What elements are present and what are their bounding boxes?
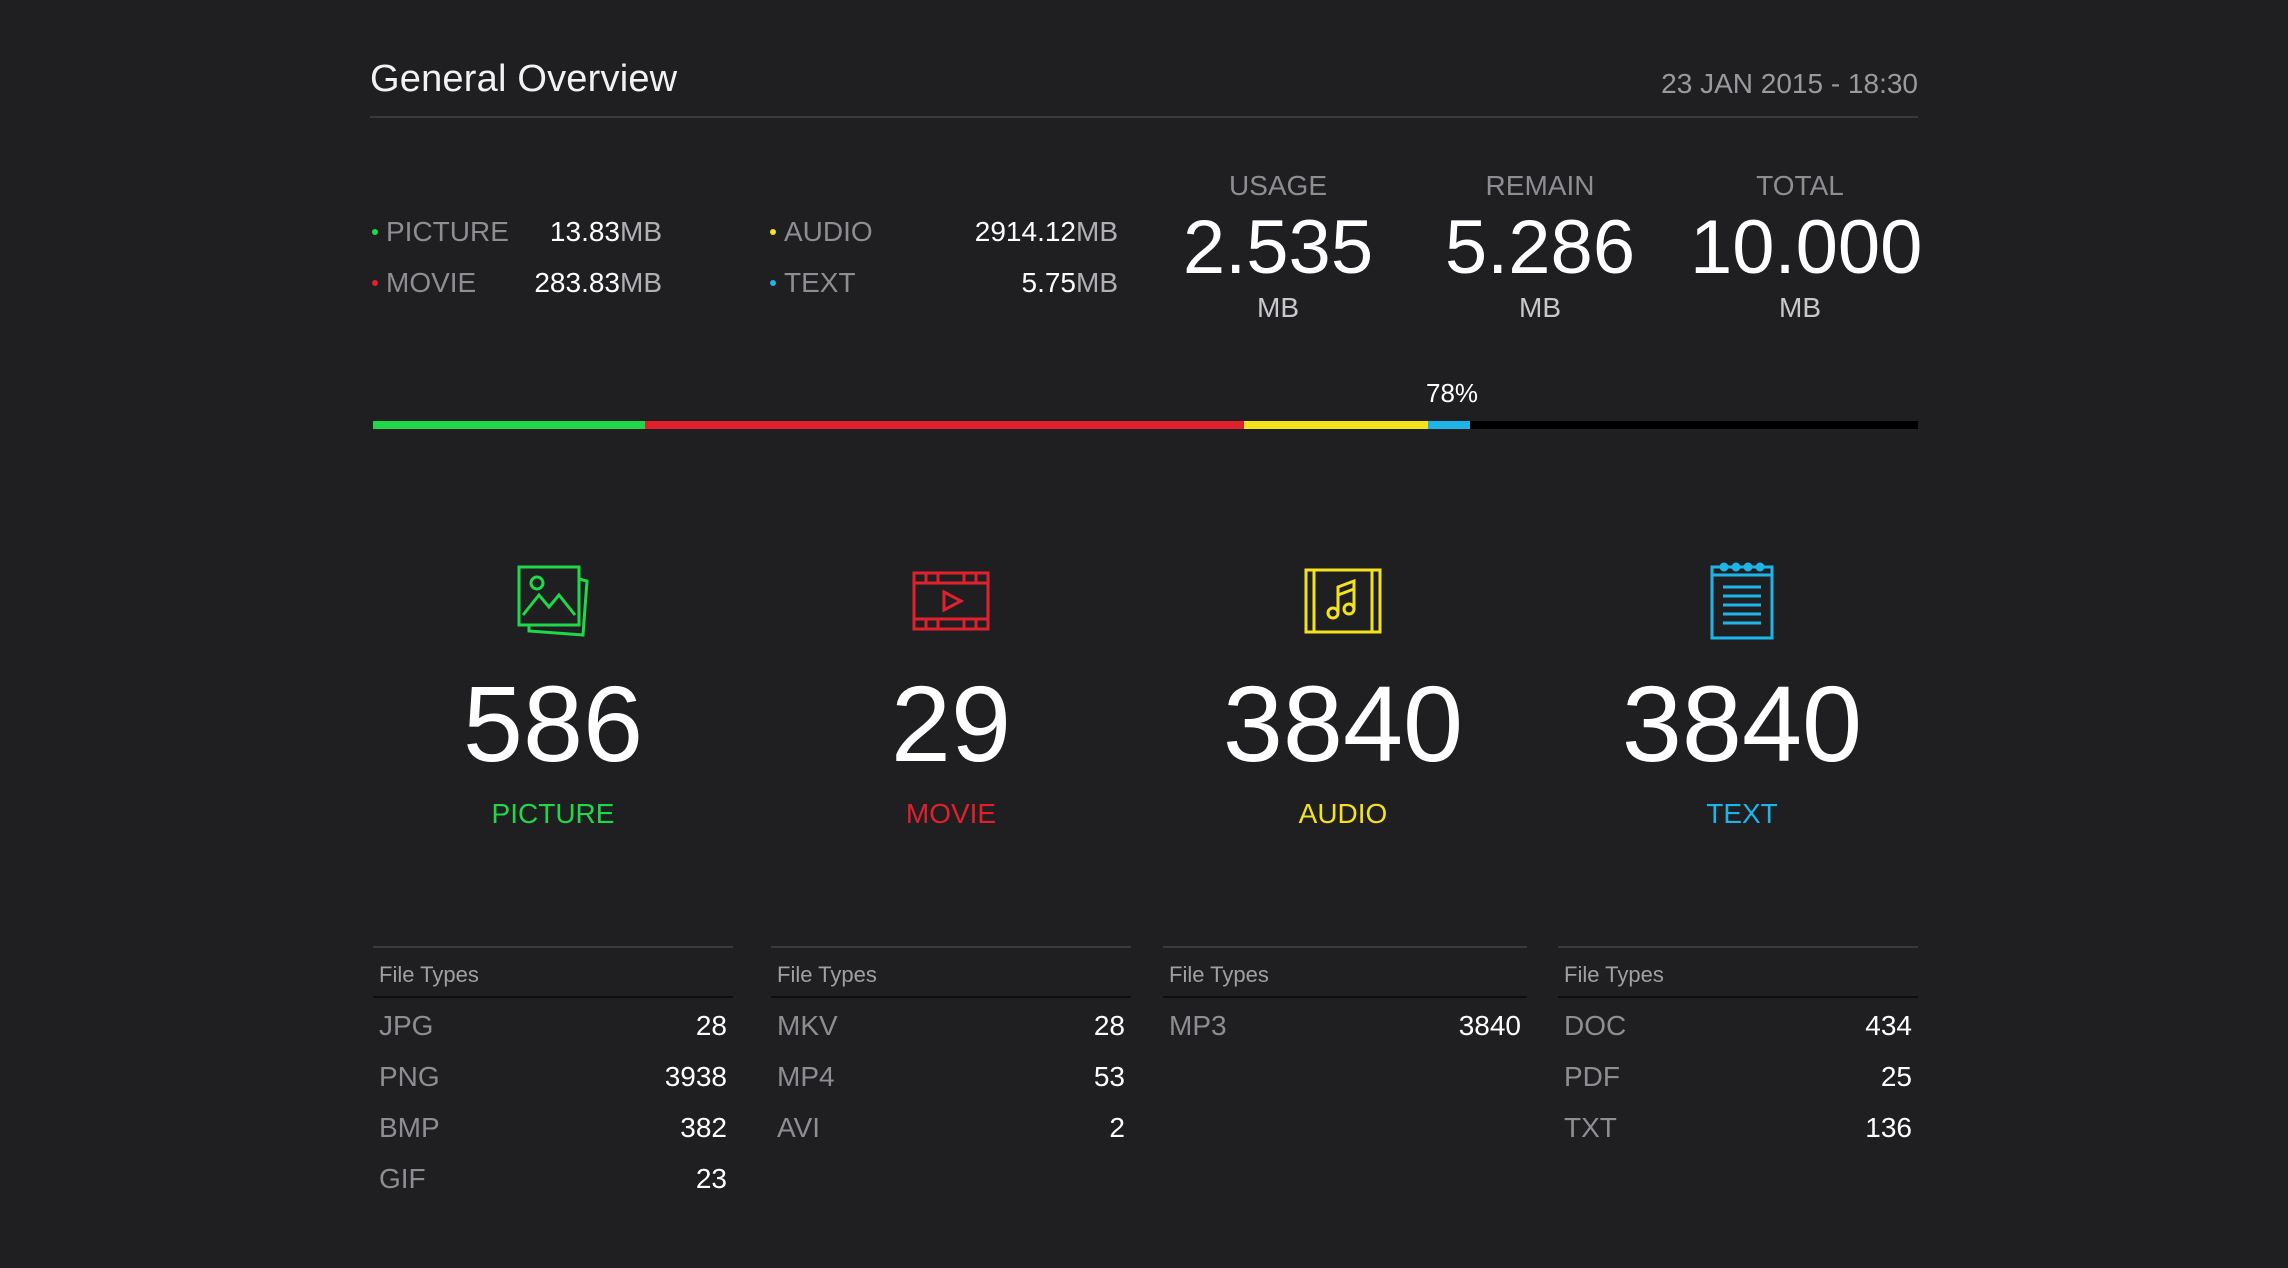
picture-file-types: File Types JPG 28 PNG 3938 BMP 382 GIF 23 bbox=[373, 946, 733, 1202]
legend-value: 13.83MB bbox=[549, 216, 662, 247]
category-count: 586 bbox=[462, 663, 644, 784]
dot-icon bbox=[770, 229, 776, 235]
table-row: AVI 2 bbox=[777, 1112, 1125, 1143]
legend-label: PICTURE bbox=[386, 216, 509, 247]
dot-icon bbox=[372, 229, 378, 235]
text-file-types: File Types DOC 434 PDF 25 TXT 136 bbox=[1558, 946, 1918, 1151]
stat-unit: MB bbox=[1779, 292, 1821, 323]
table-row: MP4 53 bbox=[777, 1061, 1125, 1092]
table-header: File Types bbox=[771, 946, 1131, 998]
table-row: PDF 25 bbox=[1564, 1061, 1912, 1092]
progress-segment-text bbox=[1428, 421, 1470, 429]
stat-label: USAGE bbox=[1228, 170, 1328, 201]
legend-label: AUDIO bbox=[784, 216, 873, 247]
datetime: 23 JAN 2015 - 18:30 bbox=[1661, 68, 1918, 99]
legend-item-movie: MOVIE 283.83MB bbox=[372, 263, 662, 303]
stat-label: REMAIN bbox=[1485, 170, 1595, 201]
dot-icon bbox=[372, 280, 378, 286]
audio-icon bbox=[1193, 556, 1493, 646]
stat-unit: MB bbox=[1519, 292, 1561, 323]
audio-card[interactable]: 3840 AUDIO bbox=[1193, 556, 1493, 830]
total-stat: TOTAL 10.000 MB bbox=[1690, 170, 1923, 324]
legend-item-text: TEXT 5.75MB bbox=[770, 263, 1118, 303]
movie-file-types: File Types MKV 28 MP4 53 AVI 2 bbox=[771, 946, 1131, 1151]
dashboard: General Overview 23 JAN 2015 - 18:30 PIC… bbox=[0, 0, 2288, 1268]
picture-card[interactable]: 586 PICTURE bbox=[403, 556, 703, 830]
dot-icon bbox=[770, 280, 776, 286]
table-row: BMP 382 bbox=[379, 1112, 727, 1143]
legend-value: 2914.12MB bbox=[974, 216, 1118, 247]
category-label: AUDIO bbox=[1298, 798, 1388, 829]
category-count: 3840 bbox=[1621, 663, 1863, 784]
text-icon bbox=[1592, 556, 1892, 646]
table-row: GIF 23 bbox=[379, 1163, 727, 1194]
category-count: 3840 bbox=[1222, 663, 1464, 784]
table-row: JPG 28 bbox=[379, 1010, 727, 1041]
table-header: File Types bbox=[373, 946, 733, 998]
usage-percent: 78% bbox=[1426, 378, 1479, 408]
audio-file-types: File Types MP3 3840 bbox=[1163, 946, 1527, 1049]
category-label: MOVIE bbox=[905, 798, 997, 829]
category-count: 29 bbox=[890, 663, 1012, 784]
remain-stat: REMAIN 5.286 MB bbox=[1430, 170, 1650, 324]
legend-label: TEXT bbox=[784, 267, 856, 298]
legend-value: 5.75MB bbox=[1021, 267, 1119, 298]
category-label: TEXT bbox=[1706, 798, 1778, 829]
legend-item-picture: PICTURE 13.83MB bbox=[372, 212, 662, 252]
legend-item-audio: AUDIO 2914.12MB bbox=[770, 212, 1118, 252]
table-row: MKV 28 bbox=[777, 1010, 1125, 1041]
legend-label: MOVIE bbox=[386, 267, 477, 298]
movie-card[interactable]: 29 MOVIE bbox=[801, 556, 1101, 830]
usage-stat: USAGE 2.535 MB bbox=[1168, 170, 1388, 324]
text-card[interactable]: 3840 TEXT bbox=[1592, 556, 1892, 830]
page-title: General Overview bbox=[370, 58, 678, 100]
stat-value: 5.286 bbox=[1444, 205, 1636, 290]
table-row: TXT 136 bbox=[1564, 1112, 1912, 1143]
usage-progress-bar bbox=[373, 421, 1918, 429]
stat-value: 10.000 bbox=[1690, 205, 1923, 290]
table-row: DOC 434 bbox=[1564, 1010, 1912, 1041]
header: General Overview 23 JAN 2015 - 18:30 bbox=[370, 52, 1918, 118]
stat-label: TOTAL bbox=[1756, 170, 1844, 201]
table-row: PNG 3938 bbox=[379, 1061, 727, 1092]
movie-icon bbox=[801, 556, 1101, 646]
picture-icon bbox=[403, 556, 703, 646]
progress-segment-picture bbox=[373, 421, 645, 429]
stat-value: 2.535 bbox=[1182, 205, 1374, 290]
table-header: File Types bbox=[1163, 946, 1527, 998]
table-row: MP3 3840 bbox=[1169, 1010, 1521, 1041]
category-label: PICTURE bbox=[491, 798, 615, 829]
progress-segment-audio bbox=[1244, 421, 1429, 429]
progress-segment-movie bbox=[644, 421, 1245, 429]
table-header: File Types bbox=[1558, 946, 1918, 998]
legend-value: 283.83MB bbox=[534, 267, 662, 298]
stat-unit: MB bbox=[1257, 292, 1299, 323]
